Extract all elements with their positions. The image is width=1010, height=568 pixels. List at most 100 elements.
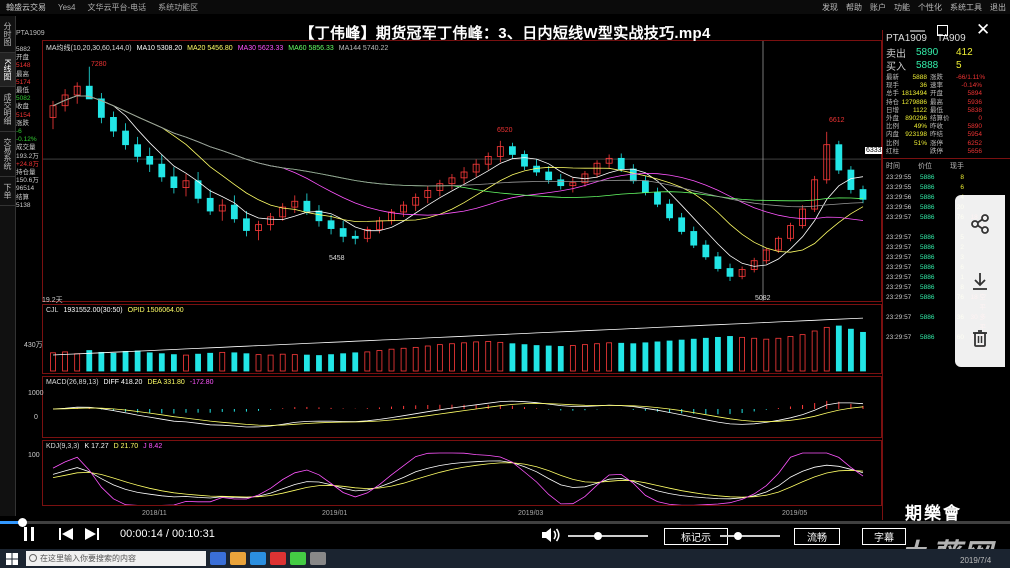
left-stat-item: 结算 (16, 193, 29, 201)
file-explorer-icon[interactable] (230, 552, 246, 565)
quote-stat-cell: 5888 (912, 74, 927, 81)
tab-order[interactable]: 下单 (0, 177, 15, 207)
volume-icon[interactable] (541, 527, 561, 548)
quote-stat-cell: 比例 (886, 139, 899, 147)
minimize-icon[interactable]: — (910, 22, 925, 39)
left-sidebar: 分时图 K线图 成交明细 交易系统 下单 (0, 16, 16, 516)
candle-body (641, 180, 649, 193)
menu-item-3[interactable]: 系统功能区 (152, 2, 204, 13)
browser-icon[interactable] (250, 552, 266, 565)
taskbar-search-input[interactable]: 在这里输入你要搜索的内容 (26, 551, 206, 566)
kdj-chart (52, 452, 864, 505)
candle-body (726, 268, 734, 277)
download-icon[interactable] (967, 268, 993, 294)
candle-body (702, 244, 710, 258)
kdj-panel[interactable]: KDJ(9,3,3) K 17.27 D 21.70 J 8.42 (42, 440, 882, 506)
menu-help[interactable]: 帮助 (842, 2, 866, 13)
tick-cell: 8 (960, 173, 964, 181)
quote-stat-cell: 昨结 (930, 131, 943, 139)
tick-cell: 23:29:57 (886, 233, 912, 241)
tick-cell: 23:29:57 (886, 273, 912, 281)
tab-trading-system[interactable]: 交易系统 (0, 132, 15, 178)
left-stat-item: 5148 (16, 62, 31, 70)
quote-stat-cell: 持仓 (886, 98, 899, 106)
buy-row[interactable]: 买入 5888 5 (883, 59, 1010, 73)
tick-cell: 5886 (920, 333, 935, 341)
menu-exit[interactable]: 退出 (986, 2, 1010, 13)
volume-bar (400, 347, 407, 372)
delete-icon[interactable] (967, 325, 993, 351)
quote-stat-cell: 1813494 (901, 90, 927, 98)
buy-volume: 5 (956, 60, 962, 71)
low2-label: 5082 (755, 295, 771, 302)
mark-button[interactable]: 标记示 (664, 528, 728, 545)
tick-cell: 5886 (920, 293, 935, 301)
left-stat-item: +24.8万 (16, 160, 39, 168)
windows-start-icon[interactable] (0, 549, 24, 568)
menu-item-2[interactable]: 文华云平台-电话 (82, 2, 153, 13)
task-view-icon[interactable] (210, 552, 226, 565)
trading-app-icon[interactable] (270, 552, 286, 565)
quote-stat-cell: 5656 (967, 147, 982, 155)
volume-bar (775, 337, 782, 372)
quote-stat-cell (900, 148, 930, 156)
volume-bar (497, 341, 504, 372)
video-progress-track[interactable] (0, 521, 1010, 524)
quote-stat-cell: 5890 (967, 123, 982, 131)
kdj-line (52, 462, 864, 498)
tick-header: 时间 价位 现手 (883, 157, 1010, 173)
wechat-icon[interactable] (290, 552, 306, 565)
menu-system-tools[interactable]: 系统工具 (946, 2, 986, 13)
x-tick-3: 2019/03 (518, 510, 544, 517)
volume-bar (170, 354, 177, 372)
quote-stat-cell: 比例 (886, 123, 899, 131)
previous-icon[interactable] (58, 527, 74, 546)
maximize-icon[interactable] (937, 25, 948, 36)
volume-bar (146, 352, 153, 372)
quote-stat-cell: 36 (919, 82, 927, 90)
volume-bar (461, 342, 467, 372)
tick-header-price: 价位 (918, 162, 932, 170)
playback-knob[interactable] (734, 532, 742, 540)
quote-stat-cell: 1279886 (901, 98, 927, 106)
media-player-icon[interactable] (310, 552, 326, 565)
quote-stat-cell: 5954 (967, 131, 982, 139)
tick-cell: 5886 (920, 313, 935, 321)
left-stat-item: 96514 (16, 185, 35, 193)
close-icon[interactable]: ✕ (976, 20, 990, 40)
volume-knob[interactable] (593, 532, 602, 540)
candle-body (303, 200, 311, 212)
menu-personalize[interactable]: 个性化 (914, 2, 946, 13)
share-icon[interactable] (967, 211, 993, 237)
high2-label: 6612 (829, 117, 845, 124)
volume-bar (50, 352, 56, 372)
next-icon[interactable] (84, 527, 100, 546)
menu-discover[interactable]: 发现 (818, 2, 842, 13)
left-stat-item: 150.6万 (16, 177, 39, 185)
candle-body (690, 231, 698, 246)
volume-slider[interactable] (568, 535, 648, 537)
menu-function[interactable]: 功能 (890, 2, 914, 13)
x-tick-1: 2018/11 (142, 510, 167, 517)
volume-panel[interactable]: CJL 1931552.00(30:50) OPID 1506064.00 (42, 304, 882, 374)
right-axis-label: 6333 (865, 147, 883, 154)
candle-body (617, 157, 625, 170)
candle-body (509, 146, 516, 155)
macd-panel[interactable]: MACD(26,89,13) DIFF 418.20 DEA 331.80 -172.… (42, 376, 882, 438)
menu-account[interactable]: 账户 (866, 2, 890, 13)
left-stat-item: 最高 (16, 70, 29, 78)
playback-slider[interactable] (720, 535, 780, 537)
candle-body (654, 192, 661, 205)
tab-trades[interactable]: 成交明细 (0, 87, 15, 133)
quality-button[interactable]: 流畅 (794, 528, 840, 545)
pause-icon[interactable] (22, 526, 36, 547)
price-chart-panel[interactable]: MA均线(10,20,30,60,144,0) MA10 5308.20 MA20 … (42, 40, 883, 304)
right-menus: 发现 帮助 账户 功能 个性化 系统工具 退出 (818, 2, 1010, 13)
menu-item-1[interactable]: Yes4 (52, 3, 82, 12)
tab-kline[interactable]: K线图 (0, 53, 15, 88)
total-time: 00:10:31 (172, 528, 215, 540)
candle-body (122, 130, 129, 146)
candle-body (545, 171, 553, 181)
low1-label: 5458 (329, 255, 345, 262)
quote-stat-cell: 日增 (886, 106, 899, 114)
